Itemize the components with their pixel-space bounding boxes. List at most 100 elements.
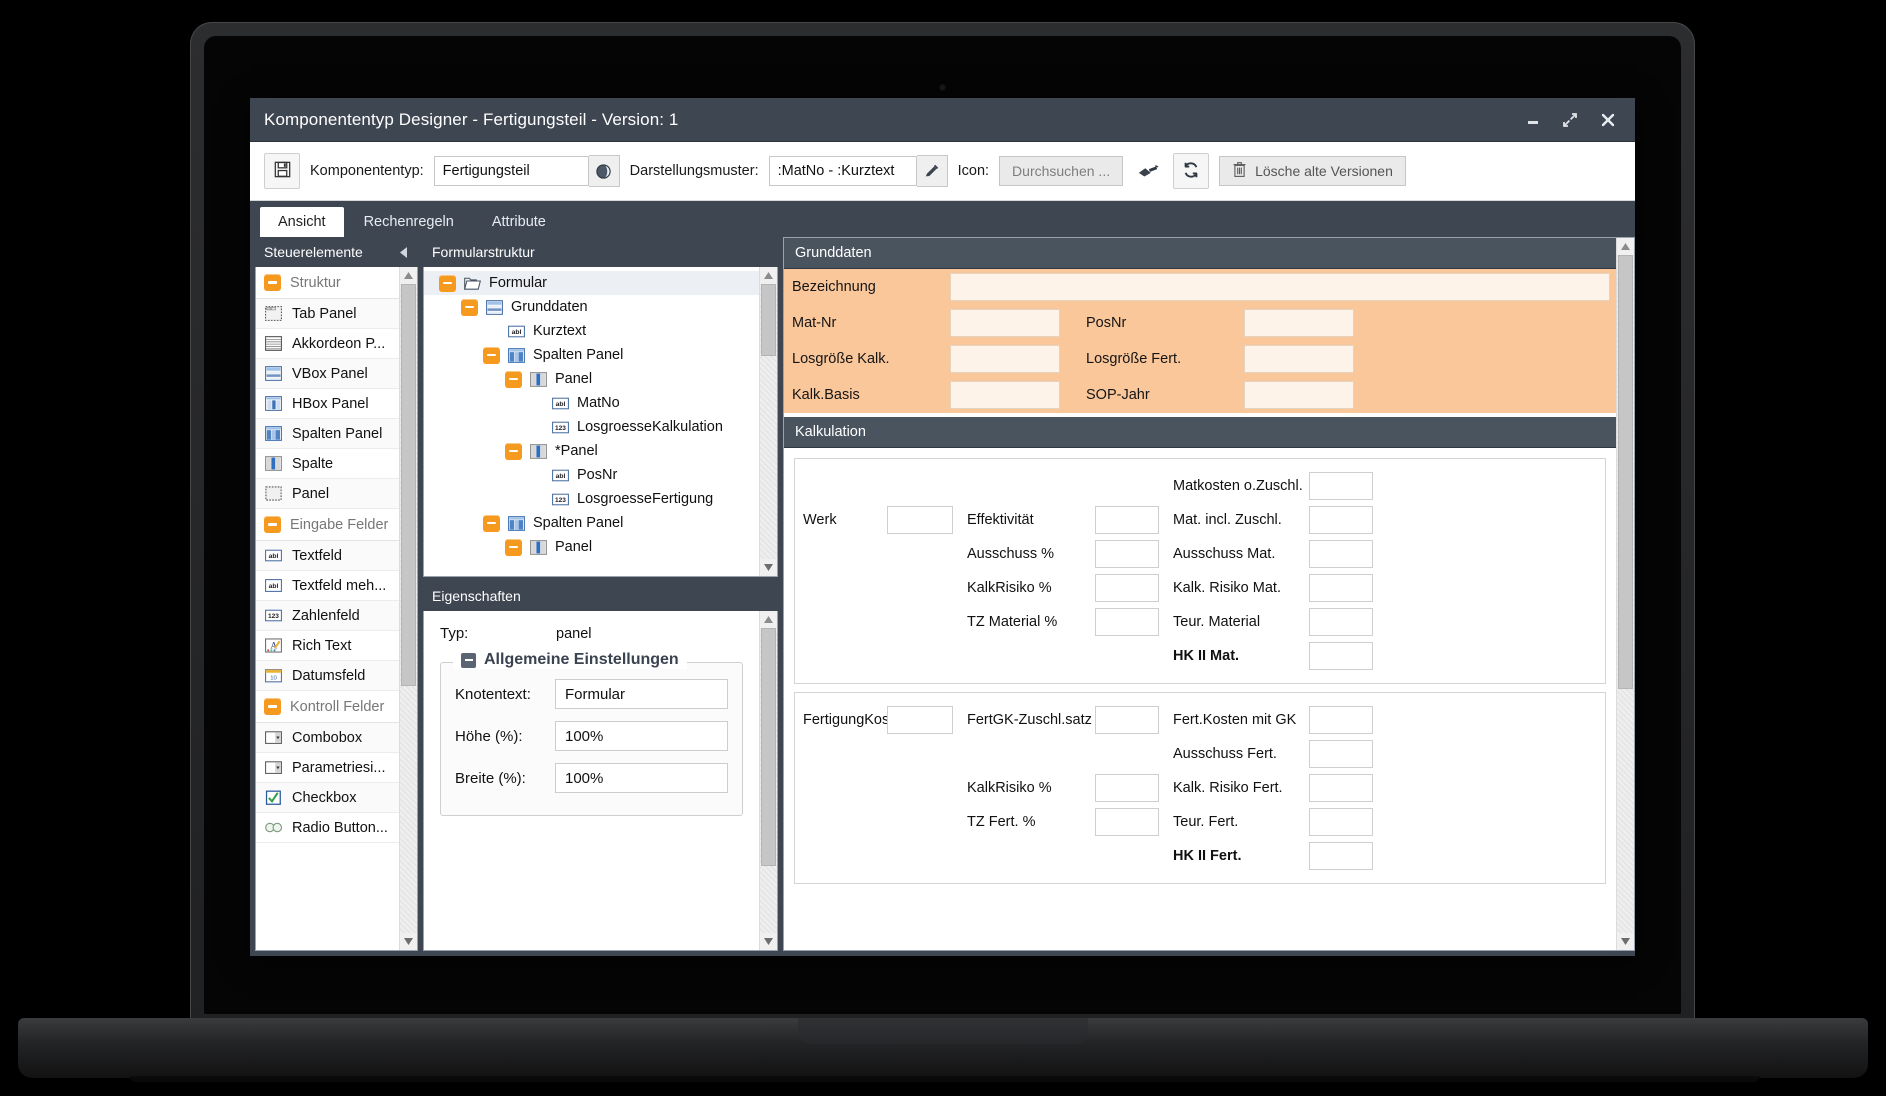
- tree-collapse-minus-icon[interactable]: [461, 298, 478, 316]
- close-icon[interactable]: [1599, 111, 1617, 129]
- palette-item-checkbox[interactable]: Checkbox: [256, 783, 399, 813]
- eraser-icon[interactable]: [1133, 156, 1163, 186]
- scroll-down-icon[interactable]: [1617, 933, 1634, 950]
- tab-attribute[interactable]: Attribute: [474, 207, 564, 237]
- grunddaten-input[interactable]: [1244, 309, 1354, 337]
- properties-scrollbar[interactable]: [759, 611, 777, 950]
- tree-node[interactable]: 123 LosgroesseFertigung: [424, 487, 759, 511]
- tree-scroll-thumb[interactable]: [761, 284, 776, 356]
- collapse-minus-icon[interactable]: [264, 516, 281, 533]
- tree-node[interactable]: abl Kurztext: [424, 319, 759, 343]
- palette-item-akkordeon-p[interactable]: Akkordeon P...: [256, 329, 399, 359]
- tree-collapse-minus-icon[interactable]: [505, 538, 522, 556]
- darstellungsmuster-input[interactable]: :MatNo - :Kurztext: [768, 156, 917, 186]
- tree-collapse-minus-icon[interactable]: [483, 514, 500, 532]
- properties-scroll-track[interactable]: [760, 628, 777, 933]
- tree-collapse-minus-icon[interactable]: [505, 442, 522, 460]
- minimize-icon[interactable]: [1525, 112, 1541, 128]
- palette-scroll-track[interactable]: [400, 284, 417, 933]
- kalkulation-input[interactable]: [1309, 808, 1373, 836]
- kalkulation-input[interactable]: [1309, 608, 1373, 636]
- palette-item-textfeld-meh[interactable]: abl Textfeld meh...: [256, 571, 399, 601]
- palette-item-spalte[interactable]: Spalte: [256, 449, 399, 479]
- scroll-down-icon[interactable]: [760, 933, 777, 950]
- property-field-input[interactable]: Formular: [555, 679, 728, 709]
- palette-item-panel[interactable]: Panel: [256, 479, 399, 509]
- tree-node[interactable]: *Panel: [424, 439, 759, 463]
- preview-scroll-thumb[interactable]: [1618, 255, 1633, 689]
- collapse-left-icon[interactable]: [398, 246, 409, 259]
- tree-node[interactable]: abl PosNr: [424, 463, 759, 487]
- properties-scroll-thumb[interactable]: [761, 628, 776, 866]
- kalkulation-input[interactable]: [887, 706, 953, 734]
- palette-item-combobox[interactable]: Combobox: [256, 723, 399, 753]
- palette-item-textfeld[interactable]: abl Textfeld: [256, 541, 399, 571]
- scroll-up-icon[interactable]: [1617, 238, 1634, 255]
- kalkulation-input[interactable]: [887, 506, 953, 534]
- palette-group-header[interactable]: Eingabe Felder: [256, 509, 399, 541]
- preview-scrollbar[interactable]: [1616, 238, 1634, 950]
- komponententyp-input[interactable]: Fertigungsteil: [433, 156, 589, 186]
- pencil-edit-icon[interactable]: [916, 155, 948, 187]
- palette-item-rich-text[interactable]: A Rich Text: [256, 631, 399, 661]
- tree-node[interactable]: abl MatNo: [424, 391, 759, 415]
- kalkulation-input[interactable]: [1309, 842, 1373, 870]
- palette-item-tab-panel[interactable]: Tab Panel: [256, 299, 399, 329]
- kalkulation-input[interactable]: [1095, 506, 1159, 534]
- tree-node[interactable]: Panel: [424, 535, 759, 559]
- collapse-minus-icon[interactable]: [264, 698, 281, 715]
- tree-node[interactable]: Spalten Panel: [424, 343, 759, 367]
- tree-collapse-minus-icon[interactable]: [483, 346, 500, 364]
- save-button[interactable]: [264, 153, 300, 189]
- delete-old-versions-button[interactable]: Lösche alte Versionen: [1219, 156, 1406, 186]
- kalkulation-input[interactable]: [1309, 706, 1373, 734]
- kalkulation-input[interactable]: [1309, 506, 1373, 534]
- collapse-minus-icon[interactable]: [461, 652, 476, 668]
- property-field-input[interactable]: 100%: [555, 721, 728, 751]
- scroll-down-icon[interactable]: [760, 559, 777, 576]
- tree-node[interactable]: Spalten Panel: [424, 511, 759, 535]
- kalkulation-input[interactable]: [1095, 774, 1159, 802]
- property-field-input[interactable]: 100%: [555, 763, 728, 793]
- kalkulation-input[interactable]: [1095, 706, 1159, 734]
- palette-item-spalten-panel[interactable]: Spalten Panel: [256, 419, 399, 449]
- kalkulation-input[interactable]: [1095, 574, 1159, 602]
- maximize-icon[interactable]: [1561, 111, 1579, 129]
- palette-item-vbox-panel[interactable]: VBox Panel: [256, 359, 399, 389]
- palette-item-zahlenfeld[interactable]: 123 Zahlenfeld: [256, 601, 399, 631]
- tree-node[interactable]: Formular: [424, 271, 759, 295]
- palette-item-radio-button[interactable]: Radio Button...: [256, 813, 399, 843]
- palette-item-datumsfeld[interactable]: 10 Datumsfeld: [256, 661, 399, 691]
- globe-icon[interactable]: [588, 155, 620, 187]
- tree-collapse-minus-icon[interactable]: [439, 274, 456, 292]
- tree-node[interactable]: 123 LosgroesseKalkulation: [424, 415, 759, 439]
- kalkulation-input[interactable]: [1095, 540, 1159, 568]
- kalkulation-input[interactable]: [1095, 608, 1159, 636]
- grunddaten-input[interactable]: [950, 381, 1060, 409]
- palette-group-header[interactable]: Kontroll Felder: [256, 691, 399, 723]
- refresh-button[interactable]: [1173, 153, 1210, 189]
- kalkulation-input[interactable]: [1309, 740, 1373, 768]
- grunddaten-input[interactable]: [1244, 345, 1354, 373]
- palette-group-header[interactable]: Struktur: [256, 267, 399, 299]
- kalkulation-input[interactable]: [1309, 472, 1373, 500]
- scroll-down-icon[interactable]: [400, 933, 417, 950]
- kalkulation-input[interactable]: [1309, 774, 1373, 802]
- preview-scroll-track[interactable]: [1617, 255, 1634, 933]
- kalkulation-input[interactable]: [1309, 574, 1373, 602]
- tab-ansicht[interactable]: Ansicht: [260, 207, 344, 237]
- collapse-minus-icon[interactable]: [264, 274, 281, 291]
- kalkulation-input[interactable]: [1309, 540, 1373, 568]
- kalkulation-input[interactable]: [1095, 808, 1159, 836]
- icon-browse-button[interactable]: Durchsuchen ...: [999, 156, 1124, 186]
- palette-item-hbox-panel[interactable]: HBox Panel: [256, 389, 399, 419]
- palette-item-parametriesi[interactable]: Parametriesi...: [256, 753, 399, 783]
- scroll-up-icon[interactable]: [760, 611, 777, 628]
- kalkulation-input[interactable]: [1309, 642, 1373, 670]
- tree-node[interactable]: Grunddaten: [424, 295, 759, 319]
- tab-rechenregeln[interactable]: Rechenregeln: [346, 207, 472, 237]
- grunddaten-input[interactable]: [950, 273, 1610, 301]
- grunddaten-input[interactable]: [950, 345, 1060, 373]
- tree-scroll-track[interactable]: [760, 284, 777, 559]
- grunddaten-input[interactable]: [950, 309, 1060, 337]
